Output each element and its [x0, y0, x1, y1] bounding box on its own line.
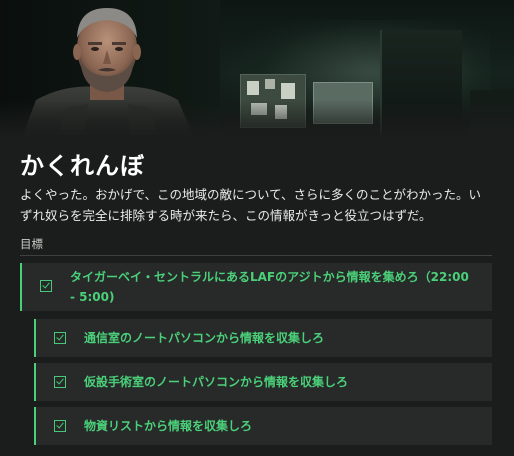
- sub-objective-text: 通信室のノートパソコンから情報を収集しろ: [84, 331, 325, 345]
- scene-note: [281, 83, 295, 99]
- sub-objective[interactable]: 物資リストから情報を収集しろ: [34, 407, 492, 445]
- objectives-divider: [20, 255, 492, 256]
- scene-note: [247, 81, 259, 95]
- mission-description: よくやった。おかげで、この地域の敵について、さらに多くのことがわかった。いずれ奴…: [20, 187, 482, 223]
- checkbox-checked-icon: [54, 332, 66, 344]
- scene-banner: [0, 0, 514, 135]
- sub-objective[interactable]: 通信室のノートパソコンから情報を収集しろ: [34, 319, 492, 357]
- objectives-label: 目標: [20, 237, 43, 251]
- main-objective-text: タイガーベイ・セントラルにあるLAFのアジトから情報を集めろ（22:00 - 5…: [70, 270, 469, 304]
- sub-objective[interactable]: 仮設手術室のノートパソコンから情報を収集しろ: [34, 363, 492, 401]
- checkbox-checked-icon: [40, 280, 52, 292]
- checkbox-checked-icon: [54, 420, 66, 432]
- banner-fade: [0, 100, 514, 135]
- mission-title: かくれんぼ: [20, 152, 145, 180]
- sub-objective-text: 仮設手術室のノートパソコンから情報を収集しろ: [84, 375, 349, 389]
- mission-briefing-screen: かくれんぼ よくやった。おかげで、この地域の敵について、さらに多くのことがわかっ…: [0, 0, 514, 456]
- scene-note: [265, 79, 275, 89]
- main-objective[interactable]: タイガーベイ・セントラルにあるLAFのアジトから情報を集めろ（22:00 - 5…: [20, 263, 492, 311]
- checkbox-checked-icon: [54, 376, 66, 388]
- sub-objective-text: 物資リストから情報を収集しろ: [84, 419, 253, 433]
